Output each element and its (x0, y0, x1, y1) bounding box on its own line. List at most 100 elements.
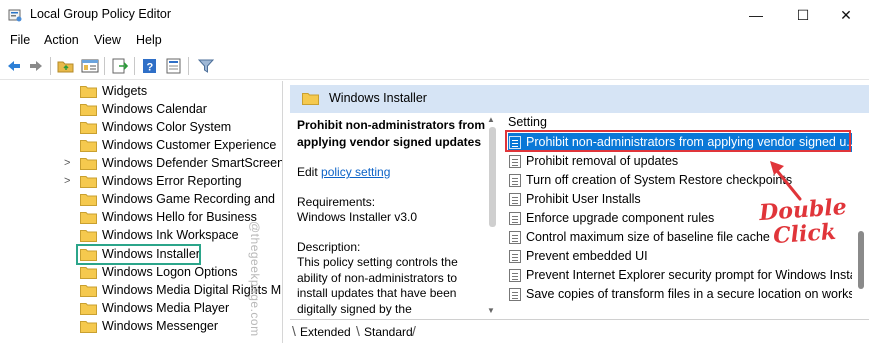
tab-extended[interactable]: Extended (300, 325, 351, 339)
description-pane: Prohibit non-administrators from applyin… (290, 113, 490, 319)
description-text: This policy setting controls the ability… (297, 255, 458, 319)
folder-icon (80, 230, 97, 242)
toolbar: ? (0, 52, 869, 80)
policy-title: Prohibit non-administrators from applyin… (297, 118, 486, 149)
annotation-highlight-box (505, 130, 851, 152)
tree-item-label: Windows Customer Experience (102, 138, 277, 152)
tree-expander[interactable] (64, 122, 72, 132)
setting-row-label: Prohibit removal of updates (526, 154, 679, 168)
folder-icon (80, 194, 97, 206)
settings-scrollbar[interactable] (855, 113, 867, 319)
policy-setting-icon (509, 174, 521, 187)
filter-icon[interactable] (196, 56, 216, 76)
folder-icon (80, 158, 97, 170)
folder-icon (302, 93, 319, 105)
setting-row-label: Control maximum size of baseline file ca… (526, 230, 770, 244)
forward-arrow-icon[interactable] (26, 56, 46, 76)
tree-item-windows-game-recording[interactable]: Windows Game Recording and (0, 191, 282, 209)
tree-item-windows-messenger[interactable]: Windows Messenger (0, 318, 282, 336)
back-arrow-icon[interactable] (4, 56, 24, 76)
tree-expander[interactable] (64, 249, 72, 259)
menu-action[interactable]: Action (44, 33, 79, 47)
tree-expander[interactable] (64, 267, 72, 277)
description-scrollbar[interactable]: ▲ ▼ (486, 113, 498, 319)
folder-icon (80, 267, 97, 279)
minimize-button[interactable]: — (733, 0, 779, 30)
panel-header-title: Windows Installer (329, 91, 427, 105)
tree-item-label: Windows Logon Options (102, 265, 238, 279)
toolbar-separator (50, 57, 51, 75)
tree-item-label: Windows Color System (102, 120, 232, 134)
setting-row[interactable]: Prevent Internet Explorer security promp… (508, 266, 852, 285)
tree-expander[interactable] (64, 285, 72, 295)
tree-expander[interactable] (64, 212, 72, 222)
maximize-button[interactable]: ☐ (780, 0, 826, 30)
policy-setting-icon (509, 193, 521, 206)
window-title: Local Group Policy Editor (30, 7, 172, 21)
tree-expander[interactable] (64, 86, 72, 96)
tree-item-windows-ink-workspace[interactable]: Windows Ink Workspace (0, 227, 282, 245)
tree-expander[interactable] (64, 104, 72, 114)
policy-setting-icon (509, 250, 521, 263)
view-tabs: \ Extended \ Standard / (290, 319, 869, 343)
tree-item-windows-error-reporting[interactable]: > Windows Error Reporting (0, 173, 282, 191)
folder-icon (80, 212, 97, 224)
tree-item-label: Windows Messenger (102, 319, 219, 333)
folder-icon (80, 321, 97, 333)
edit-policy-setting-link[interactable]: policy setting (321, 165, 390, 179)
tree-item-label: Windows Game Recording and (102, 192, 275, 206)
tree-expander[interactable] (64, 194, 72, 204)
close-button[interactable]: ✕ (823, 0, 869, 30)
tree-expander[interactable] (64, 140, 72, 150)
annotation-line-2: Click (772, 218, 837, 250)
setting-row-label: Enforce upgrade component rules (526, 211, 715, 225)
up-folder-icon[interactable] (56, 56, 76, 76)
column-header-setting[interactable]: Setting (508, 115, 547, 129)
tree-item-label: Widgets (102, 84, 148, 98)
edit-prefix: Edit (297, 165, 322, 179)
tab-standard[interactable]: Standard (364, 325, 413, 339)
tree-item-label: Windows Calendar (102, 102, 207, 116)
setting-row[interactable]: Prevent embedded UI (508, 247, 852, 266)
tree-expander[interactable] (64, 303, 72, 313)
setting-row[interactable]: Save copies of transform files in a secu… (508, 285, 852, 304)
description-label: Description: (297, 240, 361, 254)
tree-item-windows-media-player[interactable]: Windows Media Player (0, 300, 282, 318)
requirements-label: Requirements: (297, 195, 376, 209)
export-list-icon[interactable] (110, 56, 130, 76)
setting-row-label: Prohibit User Installs (526, 192, 641, 206)
tree-item-label: Windows Media Player (102, 301, 230, 315)
menu-file[interactable]: File (10, 33, 30, 47)
folder-icon (80, 104, 97, 116)
folder-icon (80, 140, 97, 152)
scrollbar-thumb[interactable] (489, 127, 496, 227)
group-policy-app-icon (8, 9, 22, 22)
policy-setting-icon (509, 288, 521, 301)
toolbar-separator (134, 57, 135, 75)
title-bar: Local Group Policy Editor — ☐ ✕ (0, 0, 869, 30)
tree-item-windows-logon-options[interactable]: Windows Logon Options (0, 264, 282, 282)
tree-item-windows-calendar[interactable]: Windows Calendar (0, 101, 282, 119)
show-hide-tree-icon[interactable] (80, 56, 100, 76)
tree-item-label: Windows Hello for Business (102, 210, 257, 224)
help-icon[interactable]: ? (140, 56, 160, 76)
tree-item-windows-defender-smartscreen[interactable]: > Windows Defender SmartScreen (0, 155, 283, 173)
tree-item-windows-hello-for-business[interactable]: Windows Hello for Business (0, 209, 282, 227)
tree-item-windows-media-drm[interactable]: Windows Media Digital Rights M (0, 282, 282, 300)
properties-icon[interactable] (164, 56, 184, 76)
tree-expander[interactable]: > (64, 176, 72, 187)
tree-item-windows-customer-experience[interactable]: Windows Customer Experience (0, 137, 282, 155)
menu-help[interactable]: Help (136, 33, 162, 47)
tree-expander[interactable] (64, 321, 72, 331)
toolbar-separator (188, 57, 189, 75)
tree-item-windows-color-system[interactable]: Windows Color System (0, 119, 282, 137)
policy-setting-icon (509, 269, 521, 282)
scrollbar-thumb[interactable] (858, 231, 864, 289)
scroll-up-arrow-icon[interactable]: ▲ (487, 115, 495, 124)
tree-item-widgets[interactable]: Widgets (0, 83, 282, 101)
scroll-down-arrow-icon[interactable]: ▼ (487, 306, 495, 315)
tree-expander[interactable]: > (64, 158, 72, 169)
tree-item-label: Windows Defender SmartScreen (102, 156, 283, 170)
menu-view[interactable]: View (94, 33, 121, 47)
tree-expander[interactable] (64, 230, 72, 240)
